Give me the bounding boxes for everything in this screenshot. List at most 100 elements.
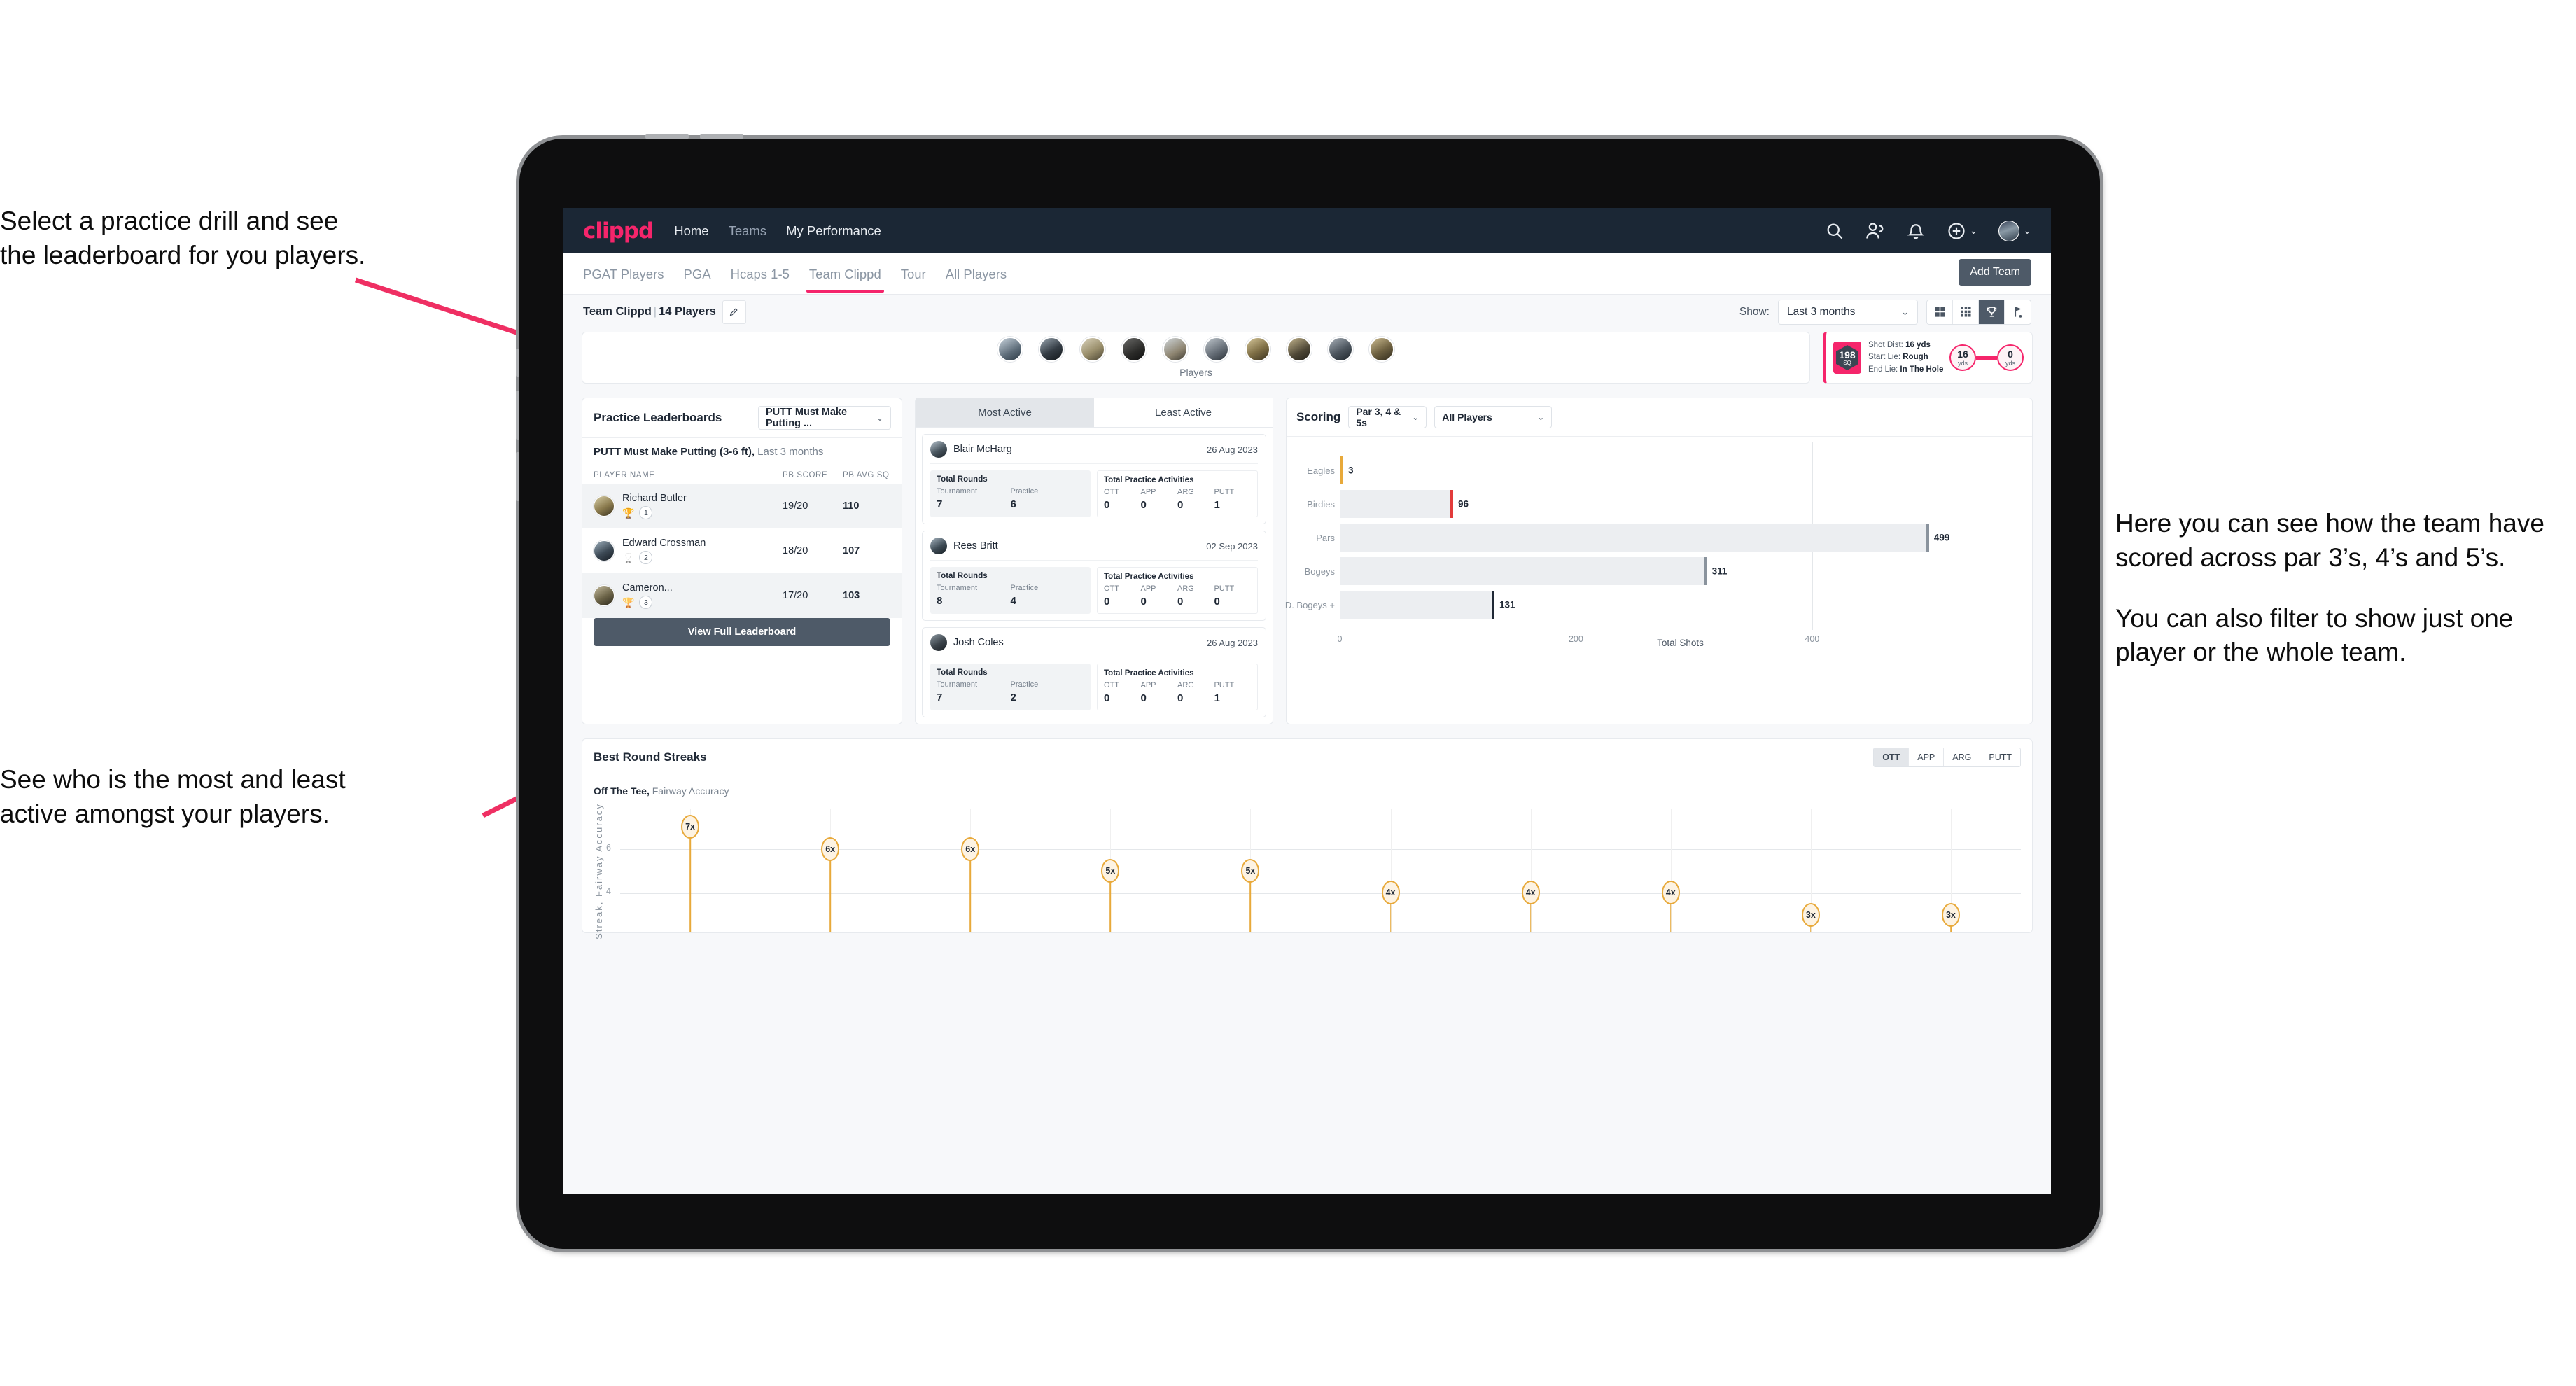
plus-circle-icon[interactable] xyxy=(1947,221,1966,241)
player-avatar[interactable] xyxy=(1328,337,1353,362)
player-filter-select[interactable]: All Players ⌄ xyxy=(1434,406,1553,428)
avatar[interactable] xyxy=(1998,220,2020,241)
practice-value: 0 xyxy=(1177,499,1184,511)
team-name: Team Clippd xyxy=(583,305,652,318)
tab-team-clippd[interactable]: Team Clippd xyxy=(806,255,884,293)
annotation-right: Here you can see how the team have score… xyxy=(2115,507,2570,670)
player-avatar[interactable] xyxy=(1039,337,1064,362)
practice-activities-block: Total Practice Activities OTT 0 APP 0 ARG 0… xyxy=(1097,567,1258,614)
table-row[interactable]: Richard Butler 🏆 1 19/20 110 xyxy=(582,484,902,528)
clippd-logo[interactable]: clippd xyxy=(583,218,654,244)
total-rounds-title: Total Rounds xyxy=(937,475,988,484)
scoring-bar-chart: 0 200 400 Eagles 3 Birdies 96 Pars 499 Bogeys 311 D… xyxy=(1284,442,2021,650)
toggle-putt[interactable]: PUTT xyxy=(1980,748,2020,766)
toggle-ott[interactable]: OTT xyxy=(1874,748,1910,766)
chart-point[interactable]: 3x xyxy=(1741,902,1881,932)
chart-point[interactable]: 3x xyxy=(1881,902,2021,932)
chart-point[interactable]: 4x xyxy=(1601,881,1741,932)
player-count: 14 Players xyxy=(659,305,716,318)
activity-panel: Most Active Least Active Blair McHarg 26… xyxy=(915,398,1273,724)
player-avatar[interactable] xyxy=(1163,337,1188,362)
separator: | xyxy=(653,305,657,318)
flag-icon-button[interactable] xyxy=(2005,300,2031,324)
chart-point[interactable]: 4x xyxy=(1461,881,1601,932)
chart-point[interactable]: 7x xyxy=(620,815,760,932)
tab-hcaps-1-5[interactable]: Hcaps 1-5 xyxy=(731,255,790,293)
grid-small-icon-button[interactable] xyxy=(1953,300,1979,324)
pb-score-value: 18/20 xyxy=(783,545,808,556)
search-icon[interactable] xyxy=(1825,221,1844,241)
chart-point-label: 4x xyxy=(1381,881,1400,905)
rounds-key: Tournament xyxy=(937,584,978,592)
y-axis-tick: Bogeys xyxy=(1304,566,1335,577)
leaderboard-column-headers: PLAYER NAME PB SCORE PB AVG SQ xyxy=(582,465,902,484)
streaks-title: Best Round Streaks xyxy=(594,750,707,764)
navbar-actions: ⌄ ⌄ xyxy=(1825,220,2031,241)
chart-bar-tip xyxy=(1450,490,1453,518)
toggle-arg[interactable]: ARG xyxy=(1944,748,1981,766)
chart-point[interactable]: 5x xyxy=(1180,859,1320,932)
edit-team-button[interactable] xyxy=(722,300,746,324)
tab-pga[interactable]: PGA xyxy=(684,255,711,293)
mid-row: Practice Leaderboards PUTT Must Make Put… xyxy=(582,398,2033,724)
distance-connector xyxy=(1976,356,1997,360)
x-axis-label: Total Shots xyxy=(1657,638,1704,648)
best-round-streaks-panel: Best Round Streaks OTT APP ARG PUTT Off … xyxy=(582,738,2033,939)
nav-link-home[interactable]: Home xyxy=(674,223,708,239)
nav-link-my-performance[interactable]: My Performance xyxy=(786,223,881,239)
view-full-leaderboard-button[interactable]: View Full Leaderboard xyxy=(594,618,890,646)
tab-all-players[interactable]: All Players xyxy=(946,255,1007,293)
player-avatar[interactable] xyxy=(1204,337,1229,362)
team-toolbar: Team Clippd | 14 Players Show: Last 3 mont… xyxy=(564,294,2051,329)
list-item[interactable]: Rees Britt 02 Sep 2023 Total Rounds Tour… xyxy=(922,531,1266,621)
y-axis-tick: D. Bogeys + xyxy=(1284,599,1335,610)
add-team-button[interactable]: Add Team xyxy=(1959,259,2031,286)
rounds-value: 4 xyxy=(1010,595,1016,607)
team-tab-strip: PGAT Players PGA Hcaps 1-5 Team Clippd T… xyxy=(564,253,2051,294)
annotation-line: Select a practice drill and see xyxy=(0,206,339,235)
chart-point-label: 3x xyxy=(1801,902,1820,927)
shot-end-distance: 0 yds xyxy=(1997,344,2024,371)
tab-tour[interactable]: Tour xyxy=(901,255,926,293)
plus-chevron-down-icon[interactable]: ⌄ xyxy=(1970,225,1978,237)
player-avatar[interactable] xyxy=(1121,337,1147,362)
chart-point[interactable]: 5x xyxy=(1040,859,1180,932)
rounds-value: 7 xyxy=(937,692,943,704)
column-pb-avg-sq: PB AVG SQ xyxy=(843,471,890,479)
chevron-down-icon: ⌄ xyxy=(1412,412,1420,422)
chart-point[interactable]: 4x xyxy=(1321,881,1461,932)
par-filter-select[interactable]: Par 3, 4 & 5s ⌄ xyxy=(1348,406,1427,428)
trophy-icon: 🏆 xyxy=(622,596,635,608)
player-avatar[interactable] xyxy=(1245,337,1270,362)
chart-bar-value: 499 xyxy=(1933,532,1950,543)
list-item[interactable]: Blair McHarg 26 Aug 2023 Total Rounds To… xyxy=(922,434,1266,524)
player-avatar[interactable] xyxy=(997,337,1023,362)
tab-least-active[interactable]: Least Active xyxy=(1094,398,1273,427)
practice-key: ARG xyxy=(1177,488,1194,496)
drill-select[interactable]: PUTT Must Make Putting ... ⌄ xyxy=(758,406,891,430)
bell-icon[interactable] xyxy=(1906,221,1926,241)
player-avatar[interactable] xyxy=(1369,337,1394,362)
tab-most-active[interactable]: Most Active xyxy=(916,398,1094,427)
people-icon[interactable] xyxy=(1865,221,1885,241)
list-item[interactable]: Josh Coles 26 Aug 2023 Total Rounds Tour… xyxy=(922,627,1266,718)
rounds-value: 8 xyxy=(937,595,943,607)
practice-value: 0 xyxy=(1214,596,1220,608)
player-avatar[interactable] xyxy=(1080,337,1105,362)
practice-value: 0 xyxy=(1104,499,1110,511)
date-range-value: Last 3 months xyxy=(1787,305,1856,318)
grid-large-icon-button[interactable] xyxy=(1927,300,1953,324)
nav-link-teams[interactable]: Teams xyxy=(729,223,767,239)
chart-point[interactable]: 6x xyxy=(760,836,900,932)
chart-point[interactable]: 6x xyxy=(900,836,1040,932)
avatar-chevron-down-icon[interactable]: ⌄ xyxy=(2023,225,2031,237)
player-avatar[interactable] xyxy=(1287,337,1312,362)
date-range-select[interactable]: Last 3 months ⌄ xyxy=(1778,299,1918,325)
trophy-icon-button[interactable] xyxy=(1979,300,2005,324)
tab-pgat-players[interactable]: PGAT Players xyxy=(583,255,664,293)
table-row[interactable]: Edward Crossman 🏆 2 18/20 107 xyxy=(582,528,902,573)
table-row[interactable]: Cameron... 🏆 3 17/20 103 xyxy=(582,573,902,618)
toggle-app[interactable]: APP xyxy=(1909,748,1945,766)
annotation-bottom-left: See who is the most and least active amo… xyxy=(0,763,525,832)
chart-bar-value: 96 xyxy=(1457,498,1469,510)
